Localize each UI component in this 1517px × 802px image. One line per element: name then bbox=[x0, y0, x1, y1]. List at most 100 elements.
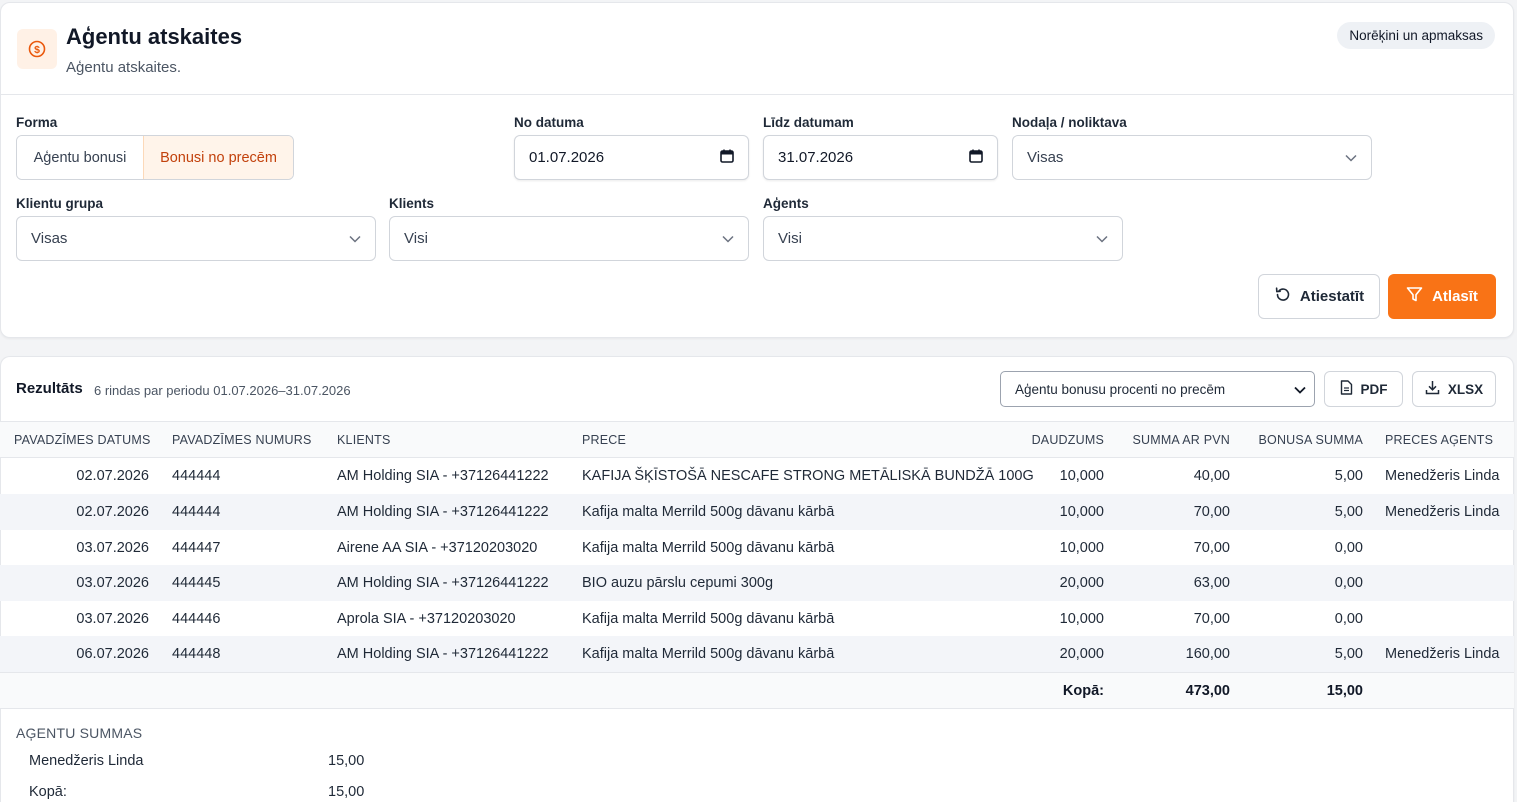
cell-bonus: 0,00 bbox=[1334, 575, 1363, 591]
table-row[interactable]: 03.07.2026 444445 AM Holding SIA - +3712… bbox=[0, 565, 1514, 601]
chevron-down-icon bbox=[722, 230, 734, 247]
cell-date: 03.07.2026 bbox=[76, 611, 149, 627]
forma-toggle: Aģentu bonusi Bonusi no precēm bbox=[16, 135, 294, 180]
table-row[interactable]: 03.07.2026 444447 Airene AA SIA - +37120… bbox=[0, 530, 1514, 566]
cell-product: Kafija malta Merrild 500g dāvanu kārbā bbox=[582, 504, 835, 520]
cell-product: BIO auzu pārslu cepumi 300g bbox=[582, 575, 774, 591]
column-header-sum[interactable]: SUMMA AR PVN bbox=[1110, 422, 1230, 457]
file-icon bbox=[1340, 380, 1353, 398]
table-row[interactable]: 02.07.2026 444444 AM Holding SIA - +3712… bbox=[0, 494, 1514, 530]
cell-number: 444448 bbox=[172, 646, 221, 662]
section-badge[interactable]: Norēķini un apmaksas bbox=[1337, 22, 1495, 49]
table-header: PAVADZĪMES DATUMS PAVADZĪMES NUMURS KLIE… bbox=[0, 421, 1514, 458]
chevron-down-icon bbox=[349, 230, 361, 247]
cell-number: 444444 bbox=[172, 504, 221, 520]
no-datuma-input[interactable]: 01.07.2026 bbox=[514, 135, 749, 180]
cell-quantity: 20,000 bbox=[1059, 575, 1104, 591]
cell-client: AM Holding SIA - +37126441222 bbox=[337, 504, 549, 520]
column-header-bonus[interactable]: BONUSA SUMMA bbox=[1240, 422, 1363, 457]
agents-label: Aģents bbox=[763, 196, 809, 211]
klientu-grupa-value: Visas bbox=[31, 230, 68, 247]
total-sum: 473,00 bbox=[1185, 682, 1230, 699]
total-label: Kopā: bbox=[1062, 682, 1104, 699]
klientu-grupa-select[interactable]: Visas bbox=[16, 216, 376, 261]
cell-sum: 70,00 bbox=[1193, 611, 1230, 627]
calendar-icon[interactable] bbox=[720, 149, 734, 167]
cell-number: 444444 bbox=[172, 468, 221, 484]
cell-date: 02.07.2026 bbox=[76, 504, 149, 520]
calendar-icon[interactable] bbox=[969, 149, 983, 167]
column-header-client[interactable]: KLIENTS bbox=[337, 422, 391, 457]
klientu-grupa-label: Klientu grupa bbox=[16, 196, 103, 211]
report-type-value: Aģentu bonusu procenti no precēm bbox=[1015, 381, 1226, 397]
cell-product: Kafija malta Merrild 500g dāvanu kārbā bbox=[582, 540, 835, 556]
filter-button[interactable]: Atlasīt bbox=[1388, 274, 1496, 319]
agents-select[interactable]: Visi bbox=[763, 216, 1123, 261]
no-datuma-label: No datuma bbox=[514, 115, 584, 130]
cell-bonus: 0,00 bbox=[1334, 611, 1363, 627]
agent-sum-total-value: 15,00 bbox=[328, 784, 365, 800]
cell-date: 03.07.2026 bbox=[76, 575, 149, 591]
cell-client: AM Holding SIA - +37126441222 bbox=[337, 646, 549, 662]
agent-sum-name: Menedžeris Linda bbox=[29, 753, 144, 769]
column-header-agent[interactable]: PRECES AĢENTS bbox=[1385, 422, 1493, 457]
cell-quantity: 10,000 bbox=[1059, 504, 1104, 520]
reset-label: Atiestatīt bbox=[1299, 288, 1365, 305]
cell-client: Airene AA SIA - +37120203020 bbox=[337, 540, 538, 556]
cell-sum: 160,00 bbox=[1185, 646, 1230, 662]
page-subtitle: Aģentu atskaites. bbox=[66, 59, 182, 76]
table-row[interactable]: 03.07.2026 444446 Aprola SIA - +37120203… bbox=[0, 601, 1514, 637]
klients-select[interactable]: Visi bbox=[389, 216, 749, 261]
cell-sum: 40,00 bbox=[1193, 468, 1230, 484]
column-header-date[interactable]: PAVADZĪMES DATUMS bbox=[14, 422, 151, 457]
nodala-value: Visas bbox=[1027, 149, 1064, 166]
cell-bonus: 5,00 bbox=[1334, 646, 1363, 662]
cell-quantity: 10,000 bbox=[1059, 611, 1104, 627]
table-row[interactable]: 06.07.2026 444448 AM Holding SIA - +3712… bbox=[0, 636, 1514, 672]
header-divider bbox=[1, 94, 1513, 95]
cell-agent: Menedžeris Linda bbox=[1385, 646, 1500, 662]
results-meta: 6 rindas par periodu 01.07.2026–31.07.20… bbox=[94, 383, 351, 398]
cell-number: 444445 bbox=[172, 575, 221, 591]
download-icon bbox=[1425, 380, 1440, 398]
xlsx-button[interactable]: XLSX bbox=[1412, 371, 1496, 407]
no-datuma-value: 01.07.2026 bbox=[529, 149, 605, 166]
chevron-down-icon bbox=[1096, 230, 1108, 247]
forma-label: Forma bbox=[16, 115, 58, 130]
cell-sum: 63,00 bbox=[1193, 575, 1230, 591]
svg-text:$: $ bbox=[34, 44, 40, 56]
cell-sum: 70,00 bbox=[1193, 540, 1230, 556]
agent-sum-value: 15,00 bbox=[328, 753, 365, 769]
table-row[interactable]: 02.07.2026 444444 AM Holding SIA - +3712… bbox=[0, 458, 1514, 494]
reset-button[interactable]: Atiestatīt bbox=[1258, 274, 1380, 319]
cell-client: AM Holding SIA - +37126441222 bbox=[337, 468, 549, 484]
cell-date: 02.07.2026 bbox=[76, 468, 149, 484]
lidz-datumam-input[interactable]: 31.07.2026 bbox=[763, 135, 998, 180]
cell-agent: Menedžeris Linda bbox=[1385, 504, 1500, 520]
nodala-select[interactable]: Visas bbox=[1012, 135, 1372, 180]
column-header-quantity[interactable]: DAUDZUMS bbox=[1000, 422, 1104, 457]
dollar-coin-icon: $ bbox=[17, 29, 57, 69]
agents-value: Visi bbox=[778, 230, 802, 247]
cell-quantity: 10,000 bbox=[1059, 540, 1104, 556]
column-header-number[interactable]: PAVADZĪMES NUMURS bbox=[172, 422, 312, 457]
filter-label: Atlasīt bbox=[1432, 288, 1478, 305]
cell-bonus: 0,00 bbox=[1334, 540, 1363, 556]
cell-product: Kafija malta Merrild 500g dāvanu kārbā bbox=[582, 611, 835, 627]
total-bonus: 15,00 bbox=[1326, 682, 1363, 699]
forma-option-bonusi-no-precem[interactable]: Bonusi no precēm bbox=[143, 136, 293, 179]
results-title: Rezultāts bbox=[16, 380, 83, 397]
report-type-select[interactable]: Aģentu bonusu procenti no precēm bbox=[1000, 371, 1315, 407]
klients-value: Visi bbox=[404, 230, 428, 247]
cell-client: AM Holding SIA - +37126441222 bbox=[337, 575, 549, 591]
cell-quantity: 10,000 bbox=[1059, 468, 1104, 484]
cell-number: 444447 bbox=[172, 540, 221, 556]
column-header-product[interactable]: PRECE bbox=[582, 422, 626, 457]
cell-product: KAFIJA ŠĶĪSTOŠĀ NESCAFE STRONG METĀLISKĀ… bbox=[582, 468, 1034, 484]
forma-option-agentu-bonusi[interactable]: Aģentu bonusi bbox=[17, 136, 143, 179]
chevron-down-icon bbox=[1294, 382, 1306, 397]
page-title: Aģentu atskaites bbox=[66, 24, 243, 49]
pdf-button[interactable]: PDF bbox=[1324, 371, 1403, 407]
cell-agent: Menedžeris Linda bbox=[1385, 468, 1500, 484]
cell-product: Kafija malta Merrild 500g dāvanu kārbā bbox=[582, 646, 835, 662]
